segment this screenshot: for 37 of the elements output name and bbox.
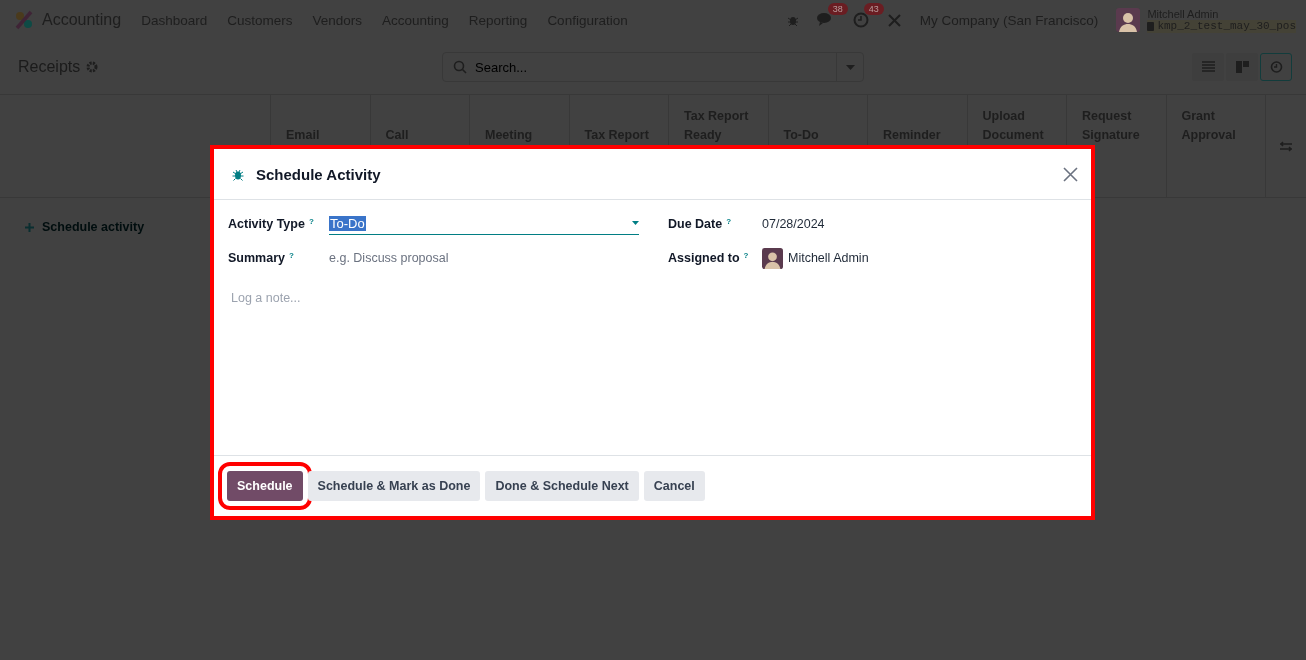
sliders-icon[interactable] — [1280, 140, 1292, 152]
list-view-icon — [1201, 61, 1215, 73]
assignee-field[interactable]: Mitchell Admin — [788, 251, 869, 265]
help-marker[interactable]: ? — [743, 251, 749, 265]
user-avatar — [762, 247, 783, 269]
view-switch-button[interactable] — [1260, 53, 1292, 81]
field-label: Due Date — [668, 216, 723, 231]
dialog-button[interactable]: Cancel — [643, 471, 705, 501]
user-avatar — [1116, 8, 1141, 32]
help-marker[interactable]: ? — [289, 251, 294, 265]
close-icon[interactable] — [1063, 166, 1078, 182]
field-label: Assigned to — [668, 251, 740, 265]
kanban-view-icon — [1235, 61, 1249, 73]
field-label: Activity Type — [228, 216, 305, 231]
dialog-button[interactable]: Done & Schedule Next — [485, 471, 639, 501]
bug-icon[interactable] — [786, 14, 799, 26]
activity-count: 43 — [863, 3, 884, 15]
activity-type-select[interactable]: To-Do — [329, 212, 639, 235]
help-marker[interactable]: ? — [308, 216, 314, 231]
search-icon — [453, 60, 467, 74]
database-icon — [1147, 21, 1155, 31]
summary-field[interactable]: e.g. Discuss proposal — [329, 251, 449, 265]
caret-icon — [632, 221, 639, 225]
date-field[interactable]: 07/28/2024 — [762, 216, 825, 231]
clock-icon[interactable] — [852, 12, 869, 28]
clock-icon — [1269, 61, 1283, 73]
field-label: Summary — [228, 251, 285, 265]
dialog-button[interactable]: Schedule & Mark as Done — [307, 471, 481, 501]
search-placeholder: Search... — [475, 59, 528, 75]
note-field[interactable]: Log a note... — [231, 291, 1077, 305]
bug-icon — [232, 167, 244, 181]
message-count: 38 — [827, 3, 848, 15]
caret-icon[interactable] — [845, 64, 855, 70]
help-marker[interactable]: ? — [726, 216, 732, 231]
plus-icon — [25, 222, 34, 232]
app-logo-icon[interactable] — [14, 10, 34, 30]
settings-icon[interactable] — [86, 61, 99, 73]
